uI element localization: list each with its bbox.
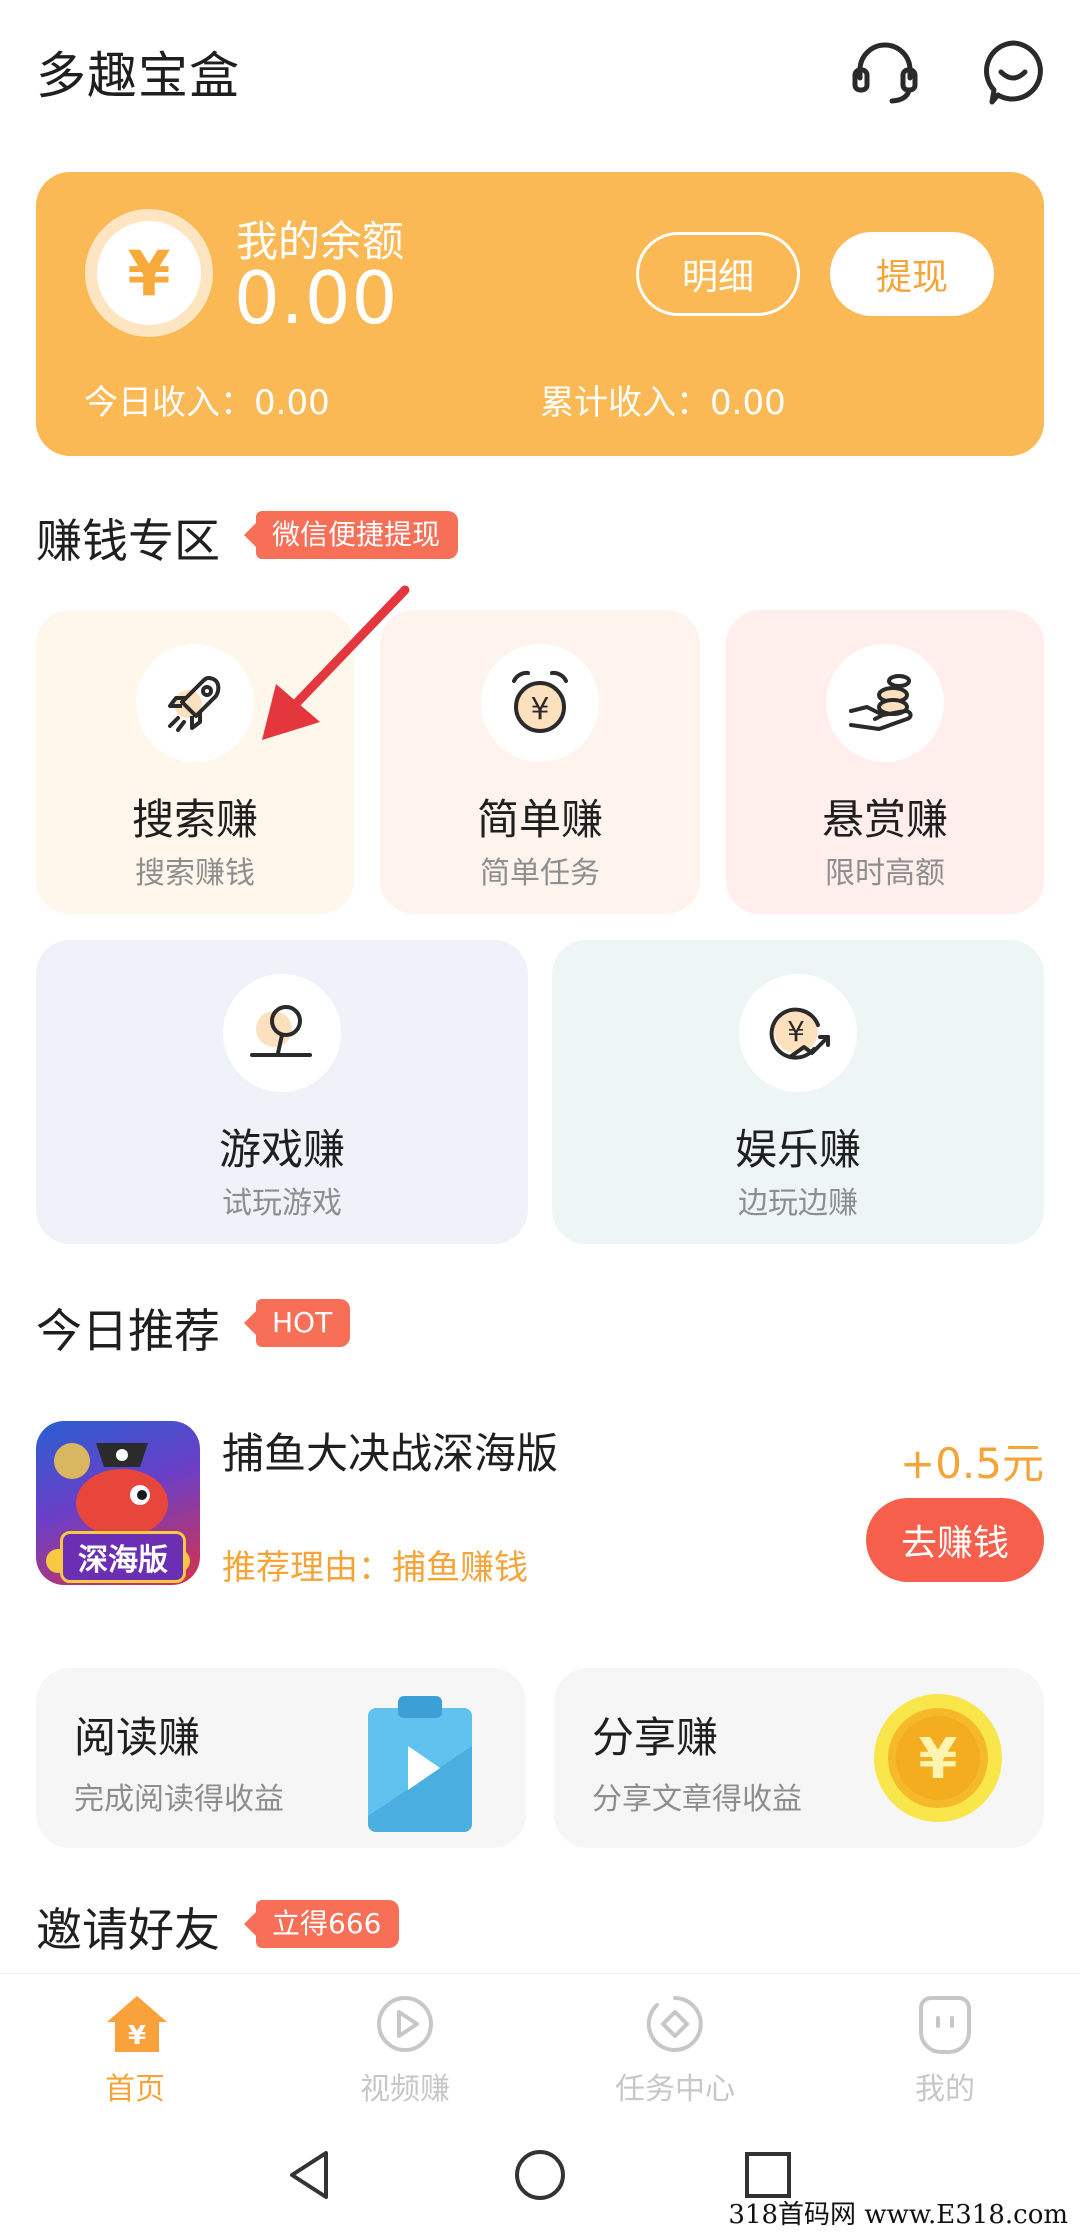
earn-card-game[interactable]: 游戏赚 试玩游戏: [36, 940, 528, 1244]
recommend-reason-value: 捕鱼赚钱: [392, 1548, 528, 1588]
alarm-coin-icon: ¥: [481, 644, 599, 762]
total-income-label: 累计收入：: [540, 383, 710, 423]
nav-video[interactable]: 视频赚: [270, 1974, 540, 2126]
total-income: 累计收入：0.00: [540, 375, 786, 424]
earn-card-bounty[interactable]: 悬赏赚 限时高额: [726, 610, 1044, 914]
recommend-reason: 推荐理由：捕鱼赚钱: [222, 1540, 528, 1589]
mini-card-read[interactable]: 阅读赚 完成阅读得收益: [36, 1668, 526, 1848]
earn-card-subtitle: 搜索赚钱: [135, 856, 255, 891]
bottom-nav: ¥ 首页 视频赚 任务中心 我的: [0, 1973, 1080, 2126]
go-earn-button[interactable]: 去赚钱: [866, 1498, 1044, 1582]
smile-chat-icon[interactable]: [978, 38, 1048, 108]
today-income-label: 今日收入：: [84, 383, 254, 423]
nav-home[interactable]: ¥ 首页: [0, 1974, 270, 2126]
mini-card-subtitle: 分享文章得收益: [592, 1782, 802, 1817]
hand-coins-icon: [826, 644, 944, 762]
headset-icon[interactable]: [850, 38, 920, 108]
app-title: 多趣宝盒: [36, 47, 240, 105]
mini-card-title: 阅读赚: [74, 1713, 201, 1762]
back-triangle-icon[interactable]: [282, 2145, 342, 2205]
rocket-icon: [136, 644, 254, 762]
earn-section-title: 赚钱专区: [36, 514, 220, 568]
svg-text:¥: ¥: [919, 1727, 958, 1792]
withdraw-button[interactable]: 提现: [830, 232, 994, 316]
nav-mine[interactable]: 我的: [810, 1974, 1080, 2126]
hot-tag: HOT: [243, 1299, 351, 1347]
earn-card-subtitle: 限时高额: [825, 856, 945, 891]
svg-text:¥: ¥: [530, 692, 549, 727]
recommend-reason-label: 推荐理由：: [222, 1548, 392, 1588]
coin-trend-icon: ¥: [739, 974, 857, 1092]
earn-card-title: 游戏赚: [218, 1125, 345, 1174]
currency-symbol: ¥: [97, 221, 201, 325]
earn-card-subtitle: 试玩游戏: [222, 1186, 342, 1221]
nav-label: 我的: [915, 2072, 975, 2107]
earn-card-title: 搜索赚: [131, 795, 258, 844]
balance-card: ¥ 我的余额 0.00 明细 提现 今日收入：0.00 累计收入：0.00: [36, 172, 1044, 456]
earn-card-simple[interactable]: ¥ 简单赚 简单任务: [380, 610, 700, 914]
earn-card-title: 简单赚: [476, 795, 603, 844]
profile-icon: [915, 1994, 975, 2054]
annotation-arrow-icon: [262, 585, 410, 740]
earn-card-subtitle: 简单任务: [480, 856, 600, 891]
detail-button[interactable]: 明细: [636, 232, 800, 316]
recommend-item-name[interactable]: 捕鱼大决战深海版: [222, 1420, 558, 1481]
invite-tag: 立得666: [243, 1900, 400, 1948]
home-circle-icon[interactable]: [510, 2145, 570, 2205]
home-icon: ¥: [105, 1994, 167, 2054]
gold-coin-icon: ¥: [872, 1692, 1004, 1824]
clipboard-play-icon: [362, 1686, 478, 1836]
nav-label: 任务中心: [615, 2072, 735, 2107]
compass-icon: [645, 1994, 705, 2054]
recommend-reward: +0.5元: [900, 1439, 1044, 1488]
earn-card-title: 娱乐赚: [734, 1125, 861, 1174]
today-income-value: 0.00: [254, 383, 330, 423]
earn-card-entertainment[interactable]: ¥ 娱乐赚 边玩边赚: [552, 940, 1044, 1244]
joystick-icon: [223, 974, 341, 1092]
game-thumbnail[interactable]: 深海版: [36, 1421, 200, 1585]
play-circle-icon: [375, 1994, 435, 2054]
earn-section-tag: 微信便捷提现: [243, 511, 459, 559]
game-thumb-label: 深海版: [60, 1531, 186, 1583]
mini-card-subtitle: 完成阅读得收益: [74, 1782, 284, 1817]
mini-card-title: 分享赚: [592, 1713, 719, 1762]
nav-label: 视频赚: [360, 2072, 450, 2107]
nav-label: 首页: [105, 2072, 165, 2107]
earn-card-title: 悬赏赚: [821, 795, 948, 844]
yuan-coin-icon: ¥: [85, 209, 213, 337]
mini-card-share[interactable]: 分享赚 分享文章得收益 ¥: [554, 1668, 1044, 1848]
earn-card-subtitle: 边玩边赚: [738, 1186, 858, 1221]
total-income-value: 0.00: [710, 383, 786, 423]
watermark: 318首码网 www.E318.com: [728, 2200, 1068, 2230]
today-income: 今日收入：0.00: [84, 375, 330, 424]
svg-text:¥: ¥: [128, 2021, 146, 2051]
recommend-section-title: 今日推荐: [36, 1304, 220, 1358]
nav-task-center[interactable]: 任务中心: [540, 1974, 810, 2126]
svg-text:¥: ¥: [787, 1015, 805, 1048]
balance-amount: 0.00: [234, 256, 399, 340]
invite-section-title: 邀请好友: [36, 1903, 220, 1957]
